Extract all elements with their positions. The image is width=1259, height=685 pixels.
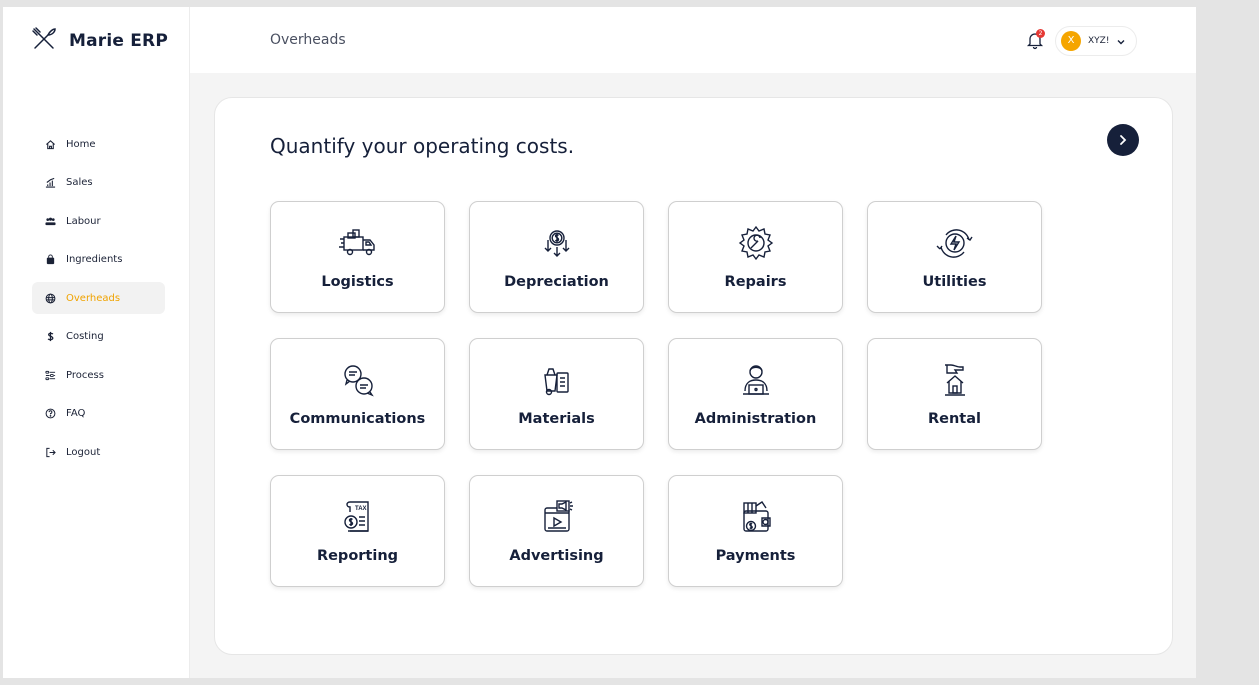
notification-badge: 2 [1036, 29, 1045, 38]
sidebar-item-label: Sales [66, 177, 93, 188]
gear-wrench-icon [734, 224, 778, 264]
chat-icon [336, 361, 380, 401]
tile-label: Logistics [321, 274, 394, 290]
globe-icon [45, 293, 56, 304]
tile-utilities[interactable]: Utilities [867, 201, 1042, 313]
sidebar-item-label: Logout [66, 446, 101, 458]
avatar: X [1061, 31, 1081, 51]
utensils-logo-icon [31, 26, 57, 56]
sidebar-item-logout[interactable]: Logout [32, 436, 165, 468]
top-header: Overheads 2 X XYZ! [190, 7, 1196, 73]
rental-house-icon [933, 361, 977, 401]
tile-label: Reporting [316, 548, 399, 564]
bag-icon [45, 254, 56, 265]
sidebar-item-labour[interactable]: Labour [32, 205, 165, 237]
power-icon [933, 224, 977, 264]
tile-label: Depreciation [504, 274, 609, 290]
tile-label: Repairs [724, 274, 787, 290]
tile-rental[interactable]: Rental [867, 338, 1042, 450]
tile-materials[interactable]: Materials [469, 338, 644, 450]
sidebar-item-label: Home [66, 138, 96, 150]
sidebar-item-label: Process [66, 369, 104, 381]
tile-reporting[interactable]: TAX Reporting [270, 475, 445, 587]
tax-report-icon: TAX [336, 498, 380, 538]
sidebar-item-faq[interactable]: FAQ [32, 398, 165, 430]
chart-icon [45, 177, 56, 188]
logout-icon [45, 447, 56, 458]
process-icon [45, 370, 56, 381]
materials-icon [535, 361, 579, 401]
home-icon [45, 139, 56, 150]
truck-icon [336, 224, 380, 264]
next-button[interactable] [1107, 124, 1139, 156]
app-name: Marie ERP [69, 31, 169, 51]
sidebar-item-label: Labour [66, 215, 101, 227]
user-name: XYZ! [1088, 36, 1110, 46]
tile-payments[interactable]: Payments [668, 475, 843, 587]
dollar-icon [45, 331, 56, 342]
tile-label: Advertising [509, 548, 604, 564]
notification-bell[interactable]: 2 [1025, 29, 1045, 50]
tile-logistics[interactable]: Logistics [270, 201, 445, 313]
sidebar-item-home[interactable]: Home [32, 128, 165, 160]
tile-label: Communications [289, 411, 426, 427]
tile-label: Rental [927, 411, 981, 427]
chevron-right-icon [1117, 131, 1129, 150]
overheads-card: Quantify your operating costs. Logistics… [214, 97, 1173, 655]
tile-advertising[interactable]: Advertising [469, 475, 644, 587]
tile-administration[interactable]: Administration [668, 338, 843, 450]
sidebar-item-ingredients[interactable]: Ingredients [32, 244, 165, 276]
page-title: Overheads [270, 32, 346, 48]
svg-text:TAX: TAX [355, 506, 367, 512]
sidebar-item-label: Overheads [66, 292, 121, 304]
megaphone-video-icon [535, 498, 579, 538]
tile-communications[interactable]: Communications [270, 338, 445, 450]
sidebar-nav: Home Sales Labour Ingredients Overheads … [32, 128, 165, 475]
tile-label: Payments [715, 548, 796, 564]
sidebar-item-sales[interactable]: Sales [32, 167, 165, 199]
help-icon [45, 408, 56, 419]
sidebar-item-process[interactable]: Process [32, 359, 165, 391]
sidebar-item-overheads[interactable]: Overheads [32, 282, 165, 314]
sidebar-item-costing[interactable]: Costing [32, 321, 165, 353]
sidebar: Marie ERP Home Sales Labour Ingredients … [3, 7, 190, 678]
sidebar-item-label: Ingredients [66, 254, 123, 265]
wallet-icon [734, 498, 778, 538]
tile-repairs[interactable]: Repairs [668, 201, 843, 313]
tile-label: Utilities [922, 274, 987, 290]
sidebar-item-label: FAQ [66, 408, 86, 419]
admin-icon [734, 361, 778, 401]
depreciation-icon [535, 224, 579, 264]
users-icon [45, 216, 56, 227]
section-heading: Quantify your operating costs. [270, 134, 575, 158]
tile-label: Administration [694, 411, 817, 427]
logo[interactable]: Marie ERP [31, 27, 168, 55]
chevron-down-icon [1116, 32, 1126, 51]
tile-depreciation[interactable]: Depreciation [469, 201, 644, 313]
sidebar-item-label: Costing [66, 331, 104, 342]
app-window: Marie ERP Home Sales Labour Ingredients … [3, 7, 1196, 678]
tile-label: Materials [518, 411, 595, 427]
user-menu[interactable]: X XYZ! [1055, 26, 1137, 56]
bell-icon [1025, 33, 1045, 54]
